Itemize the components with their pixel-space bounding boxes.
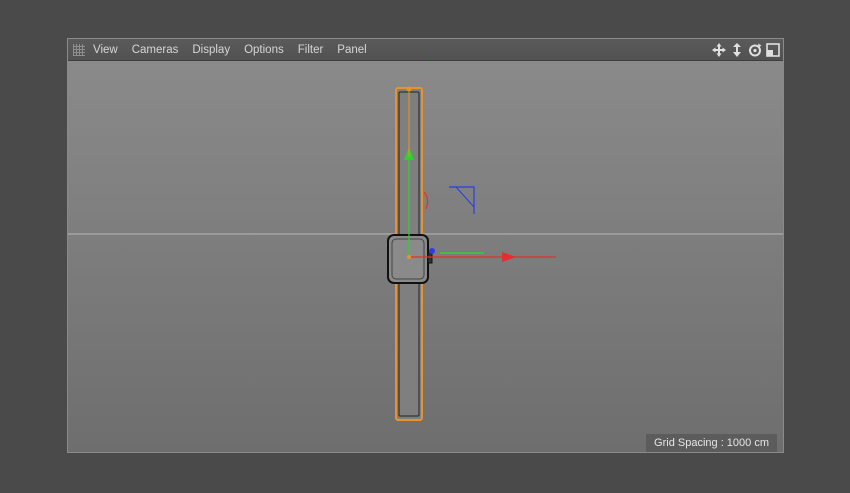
viewport-window: View Cameras Display Options Filter Pane… (67, 38, 784, 453)
menu-options[interactable]: Options (244, 44, 284, 56)
panel-grip-icon[interactable] (73, 43, 85, 56)
rotate-view-icon[interactable] (747, 42, 763, 58)
watch-case-object[interactable] (387, 234, 433, 284)
move-view-icon[interactable] (711, 42, 727, 58)
rotation-arc-red[interactable] (423, 191, 429, 210)
axis-z-handle[interactable] (429, 248, 435, 254)
menu-filter[interactable]: Filter (298, 44, 324, 56)
menu-view[interactable]: View (93, 44, 118, 56)
menu-cameras[interactable]: Cameras (132, 44, 179, 56)
plane-handle-gizmo[interactable] (449, 186, 475, 214)
menu-panel[interactable]: Panel (337, 44, 366, 56)
object-pivot[interactable] (407, 255, 411, 259)
viewport-menubar: View Cameras Display Options Filter Pane… (68, 39, 783, 61)
viewport-canvas[interactable] (68, 61, 783, 452)
navigation-icons (711, 40, 781, 59)
maximize-view-icon[interactable] (765, 42, 781, 58)
3d-viewport[interactable]: Grid Spacing : 1000 cm (68, 61, 783, 452)
dolly-view-icon[interactable] (729, 42, 745, 58)
grid-spacing-label: Grid Spacing : 1000 cm (646, 434, 777, 452)
menu-display[interactable]: Display (192, 44, 230, 56)
